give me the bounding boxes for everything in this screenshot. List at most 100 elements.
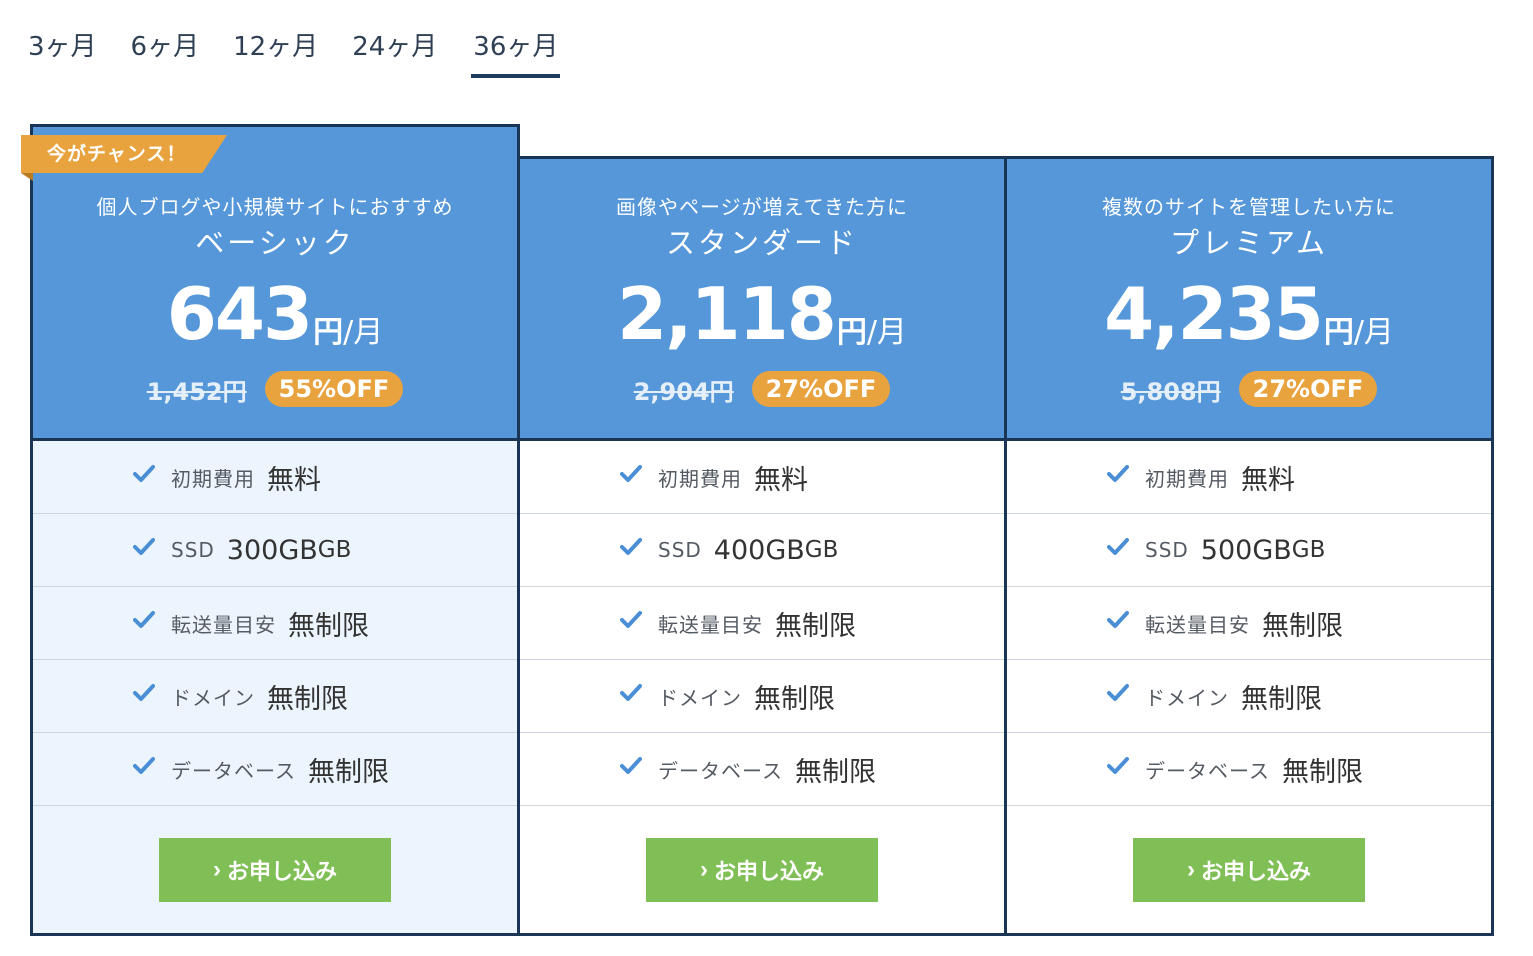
feature-value: 無料 bbox=[267, 464, 321, 496]
check-icon bbox=[1107, 538, 1129, 555]
feature-label: ドメイン bbox=[658, 685, 742, 710]
chevron-right-icon: › bbox=[699, 856, 708, 883]
pricing-page: 3ヶ月 6ヶ月 12ヶ月 24ヶ月 36ヶ月 個人ブログや小規模サイトにおすすめ… bbox=[0, 0, 1533, 956]
feature-list: 初期費用 無料 SSD 500GBGB 転送量目安 無制限 ドメイン 無制限 bbox=[1007, 441, 1491, 806]
discount-row: 5,808円 27%OFF bbox=[1007, 371, 1491, 407]
feature-value: 無料 bbox=[754, 464, 808, 496]
feature-row: データベース 無制限 bbox=[1007, 733, 1491, 806]
plan-subtitle: 画像やページが増えてきた方に bbox=[616, 195, 908, 219]
feature-value: 無制限 bbox=[775, 610, 856, 642]
feature-row: 転送量目安 無制限 bbox=[520, 587, 1004, 660]
plan-subtitle: 個人ブログや小規模サイトにおすすめ bbox=[96, 195, 454, 219]
plan-header: 画像やページが増えてきた方に スタンダード 2,118 円 /月 2,904円 … bbox=[520, 159, 1004, 441]
feature-label: ドメイン bbox=[1145, 685, 1229, 710]
plan-card-basic: 個人ブログや小規模サイトにおすすめ ベーシック 643 円 /月 1,452円 … bbox=[21, 124, 520, 936]
check-icon bbox=[133, 538, 155, 555]
feature-row: データベース 無制限 bbox=[33, 733, 517, 806]
apply-button-standard[interactable]: › お申し込み bbox=[646, 838, 878, 902]
feature-row: 転送量目安 無制限 bbox=[33, 587, 517, 660]
feature-label: ドメイン bbox=[171, 685, 255, 710]
feature-label: 転送量目安 bbox=[1145, 612, 1250, 637]
feature-unit: GB bbox=[1291, 537, 1326, 563]
price-currency: 円 bbox=[313, 315, 344, 350]
feature-label: データベース bbox=[1145, 758, 1270, 783]
feature-label: 初期費用 bbox=[171, 466, 255, 491]
check-icon bbox=[620, 684, 642, 701]
check-icon bbox=[620, 757, 642, 774]
apply-button-premium[interactable]: › お申し込み bbox=[1133, 838, 1365, 902]
feature-label: 転送量目安 bbox=[658, 612, 763, 637]
plan-price: 643 円 /月 bbox=[33, 267, 517, 357]
check-icon bbox=[1107, 611, 1129, 628]
plan-card-premium: 複数のサイトを管理したい方に プレミアム 4,235 円 /月 5,808円 2… bbox=[1004, 156, 1494, 936]
original-price: 2,904円 bbox=[633, 377, 734, 406]
plan-price: 4,235 円 /月 bbox=[1007, 267, 1491, 357]
price-currency: 円 bbox=[1323, 315, 1354, 350]
campaign-ribbon: 今がチャンス！ bbox=[21, 135, 227, 173]
feature-value: 無制限 bbox=[308, 756, 389, 788]
price-amount: 643 bbox=[166, 272, 313, 356]
plan-header: 個人ブログや小規模サイトにおすすめ ベーシック 643 円 /月 1,452円 … bbox=[33, 127, 517, 441]
feature-value: 無制限 bbox=[288, 610, 369, 642]
discount-badge: 27%OFF bbox=[751, 371, 891, 407]
original-price: 5,808円 bbox=[1120, 377, 1221, 406]
discount-badge: 55%OFF bbox=[264, 371, 404, 407]
price-currency: 円 bbox=[836, 315, 867, 350]
feature-label: データベース bbox=[171, 758, 296, 783]
feature-value: 無制限 bbox=[1282, 756, 1363, 788]
tab-6-months[interactable]: 6ヶ月 bbox=[131, 22, 200, 78]
feature-unit: GB bbox=[317, 537, 352, 563]
discount-badge: 27%OFF bbox=[1238, 371, 1378, 407]
check-icon bbox=[1107, 465, 1129, 482]
feature-label: 初期費用 bbox=[658, 466, 742, 491]
price-period: /月 bbox=[343, 315, 384, 350]
check-icon bbox=[133, 757, 155, 774]
feature-value: 無制限 bbox=[1262, 610, 1343, 642]
period-tabs: 3ヶ月 6ヶ月 12ヶ月 24ヶ月 36ヶ月 bbox=[28, 22, 594, 78]
plan-cards: 個人ブログや小規模サイトにおすすめ ベーシック 643 円 /月 1,452円 … bbox=[21, 124, 1494, 936]
check-icon bbox=[133, 611, 155, 628]
tab-12-months[interactable]: 12ヶ月 bbox=[233, 22, 318, 78]
feature-value: 無制限 bbox=[267, 683, 348, 715]
chevron-right-icon: › bbox=[1186, 856, 1195, 883]
tab-24-months[interactable]: 24ヶ月 bbox=[352, 22, 437, 78]
apply-button-label: お申し込み bbox=[226, 859, 337, 884]
feature-value: 無制限 bbox=[754, 683, 835, 715]
price-amount: 2,118 bbox=[617, 272, 837, 356]
tab-36-months[interactable]: 36ヶ月 bbox=[471, 22, 561, 78]
feature-label: 転送量目安 bbox=[171, 612, 276, 637]
feature-label: SSD bbox=[1145, 538, 1189, 562]
original-price: 1,452円 bbox=[146, 377, 247, 406]
discount-row: 2,904円 27%OFF bbox=[520, 371, 1004, 407]
feature-value: 500GB bbox=[1200, 534, 1292, 566]
price-amount: 4,235 bbox=[1104, 272, 1324, 356]
feature-row: SSD 400GB GB bbox=[520, 514, 1004, 587]
tab-3-months[interactable]: 3ヶ月 bbox=[28, 22, 97, 78]
plan-price: 2,118 円 /月 bbox=[520, 267, 1004, 357]
feature-list: 初期費用 無料 SSD 400GBGB 転送量目安 無制限 ドメイン 無制限 bbox=[520, 441, 1004, 806]
feature-label: 初期費用 bbox=[1145, 466, 1229, 491]
feature-row: 転送量目安 無制限 bbox=[1007, 587, 1491, 660]
feature-list: 初期費用 無料 SSD 300GBGB 転送量目安 無制限 ドメイン 無制限 bbox=[33, 441, 517, 806]
check-icon bbox=[1107, 757, 1129, 774]
feature-row: ドメイン 無制限 bbox=[33, 660, 517, 733]
plan-name: プレミアム bbox=[1170, 226, 1328, 260]
feature-label: SSD bbox=[658, 538, 702, 562]
apply-button-basic[interactable]: › お申し込み bbox=[159, 838, 391, 902]
feature-value: 無料 bbox=[1241, 464, 1295, 496]
plan-name: スタンダード bbox=[665, 226, 858, 260]
chevron-right-icon: › bbox=[212, 856, 221, 883]
feature-label: SSD bbox=[171, 538, 215, 562]
feature-row: SSD 300GB GB bbox=[33, 514, 517, 587]
feature-row: ドメイン 無制限 bbox=[520, 660, 1004, 733]
feature-value: 400GB bbox=[713, 534, 805, 566]
plan-name: ベーシック bbox=[195, 226, 355, 260]
feature-row: ドメイン 無制限 bbox=[1007, 660, 1491, 733]
check-icon bbox=[620, 611, 642, 628]
feature-row: 初期費用 無料 bbox=[520, 441, 1004, 514]
feature-value: 300GB bbox=[226, 534, 318, 566]
check-icon bbox=[1107, 684, 1129, 701]
price-period: /月 bbox=[1353, 315, 1394, 350]
check-icon bbox=[620, 538, 642, 555]
feature-row: データベース 無制限 bbox=[520, 733, 1004, 806]
